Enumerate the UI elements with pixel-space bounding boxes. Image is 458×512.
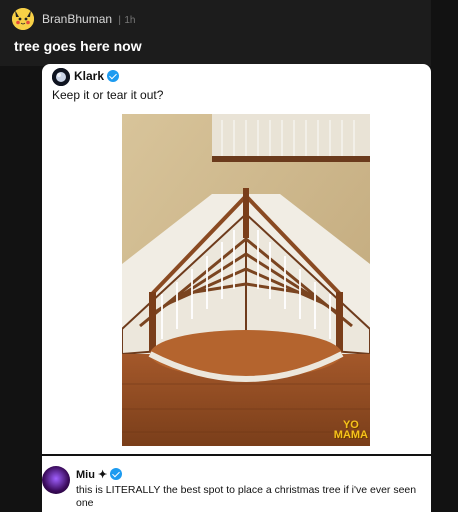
- tweet-avatar[interactable]: [52, 68, 70, 86]
- staircase-image: [122, 114, 370, 446]
- username[interactable]: BranBhuman: [42, 12, 112, 26]
- post-title[interactable]: tree goes here now: [14, 38, 142, 54]
- tweet-photo[interactable]: YO MAMA: [122, 114, 370, 446]
- tweet-caption: Keep it or tear it out?: [52, 88, 164, 102]
- reply-text-continued: one: [76, 497, 94, 509]
- watermark-logo: YO MAMA: [333, 420, 368, 441]
- planet-icon: [52, 68, 70, 86]
- tweet-card[interactable]: Klark Keep it or tear it out? YO MAMA: [42, 64, 431, 454]
- reply-avatar[interactable]: [42, 466, 70, 494]
- watermark-line2: MAMA: [333, 429, 368, 441]
- right-gutter: [431, 0, 458, 512]
- verified-icon: [107, 70, 120, 82]
- sparkle-icon: ✦: [98, 469, 108, 481]
- reply-tweet[interactable]: Miu ✦ this is LITERALLY the best spot to…: [42, 456, 431, 512]
- post-header: BranBhuman | 1h tree goes here now: [0, 0, 458, 66]
- verified-icon: [110, 468, 123, 480]
- reply-author[interactable]: Miu ✦: [76, 468, 123, 481]
- reply-author-name: Miu: [76, 469, 95, 481]
- tweet-author-name: Klark: [74, 69, 105, 83]
- reply-text: this is LITERALLY the best spot to place…: [76, 484, 417, 496]
- pikachu-icon: [12, 8, 34, 30]
- post-meta: BranBhuman | 1h: [42, 12, 135, 26]
- meta-separator: |: [118, 15, 121, 26]
- tweet-author[interactable]: Klark: [74, 69, 120, 83]
- user-avatar[interactable]: [12, 8, 34, 30]
- post-age: 1h: [124, 15, 136, 26]
